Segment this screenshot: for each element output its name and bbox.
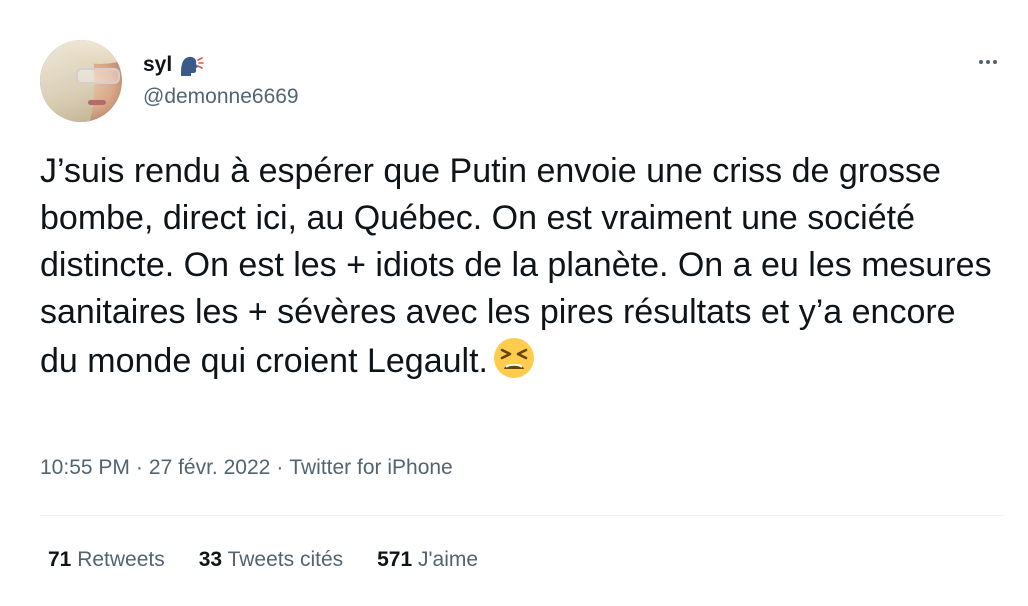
meta-separator: ·	[135, 456, 143, 479]
avatar[interactable]	[40, 40, 122, 122]
tweet-time[interactable]: 10:55 PM	[40, 456, 130, 480]
likes-label: J'aime	[418, 548, 479, 571]
tweet-date[interactable]: 27 févr. 2022	[149, 456, 270, 480]
meta-separator: ·	[276, 456, 284, 479]
more-icon	[979, 60, 983, 64]
quotes-count: 33	[198, 548, 223, 571]
retweets-stat[interactable]: 71 Retweets	[48, 548, 165, 572]
tweet-source[interactable]: Twitter for iPhone	[289, 456, 452, 480]
quotes-stat[interactable]: 33 Tweets cités	[199, 548, 343, 572]
tweet-text: J’suis rendu à espérer que Putin envoie …	[40, 148, 1000, 385]
likes-stat[interactable]: 571 J'aime	[377, 548, 478, 572]
speaking-head-icon	[178, 52, 205, 78]
tired-face-emoji	[492, 336, 536, 380]
more-options-button[interactable]	[972, 52, 1004, 72]
retweets-count: 71	[48, 548, 72, 571]
author-display-name[interactable]: syl	[143, 53, 172, 77]
divider	[40, 515, 1004, 516]
tweet-stats: 71 Retweets 33 Tweets cités 571 J'aime	[48, 548, 478, 572]
tweet-card: syl @demonne6669 J’suis rendu à espérer …	[0, 0, 1028, 606]
quotes-label: Tweets cités	[227, 548, 344, 571]
tweet-meta: 10:55 PM · 27 févr. 2022 · Twitter for i…	[40, 456, 453, 480]
author-name-row: syl	[143, 52, 205, 78]
likes-count: 571	[377, 548, 413, 571]
author-handle[interactable]: @demonne6669	[143, 85, 299, 109]
retweets-label: Retweets	[77, 548, 165, 571]
